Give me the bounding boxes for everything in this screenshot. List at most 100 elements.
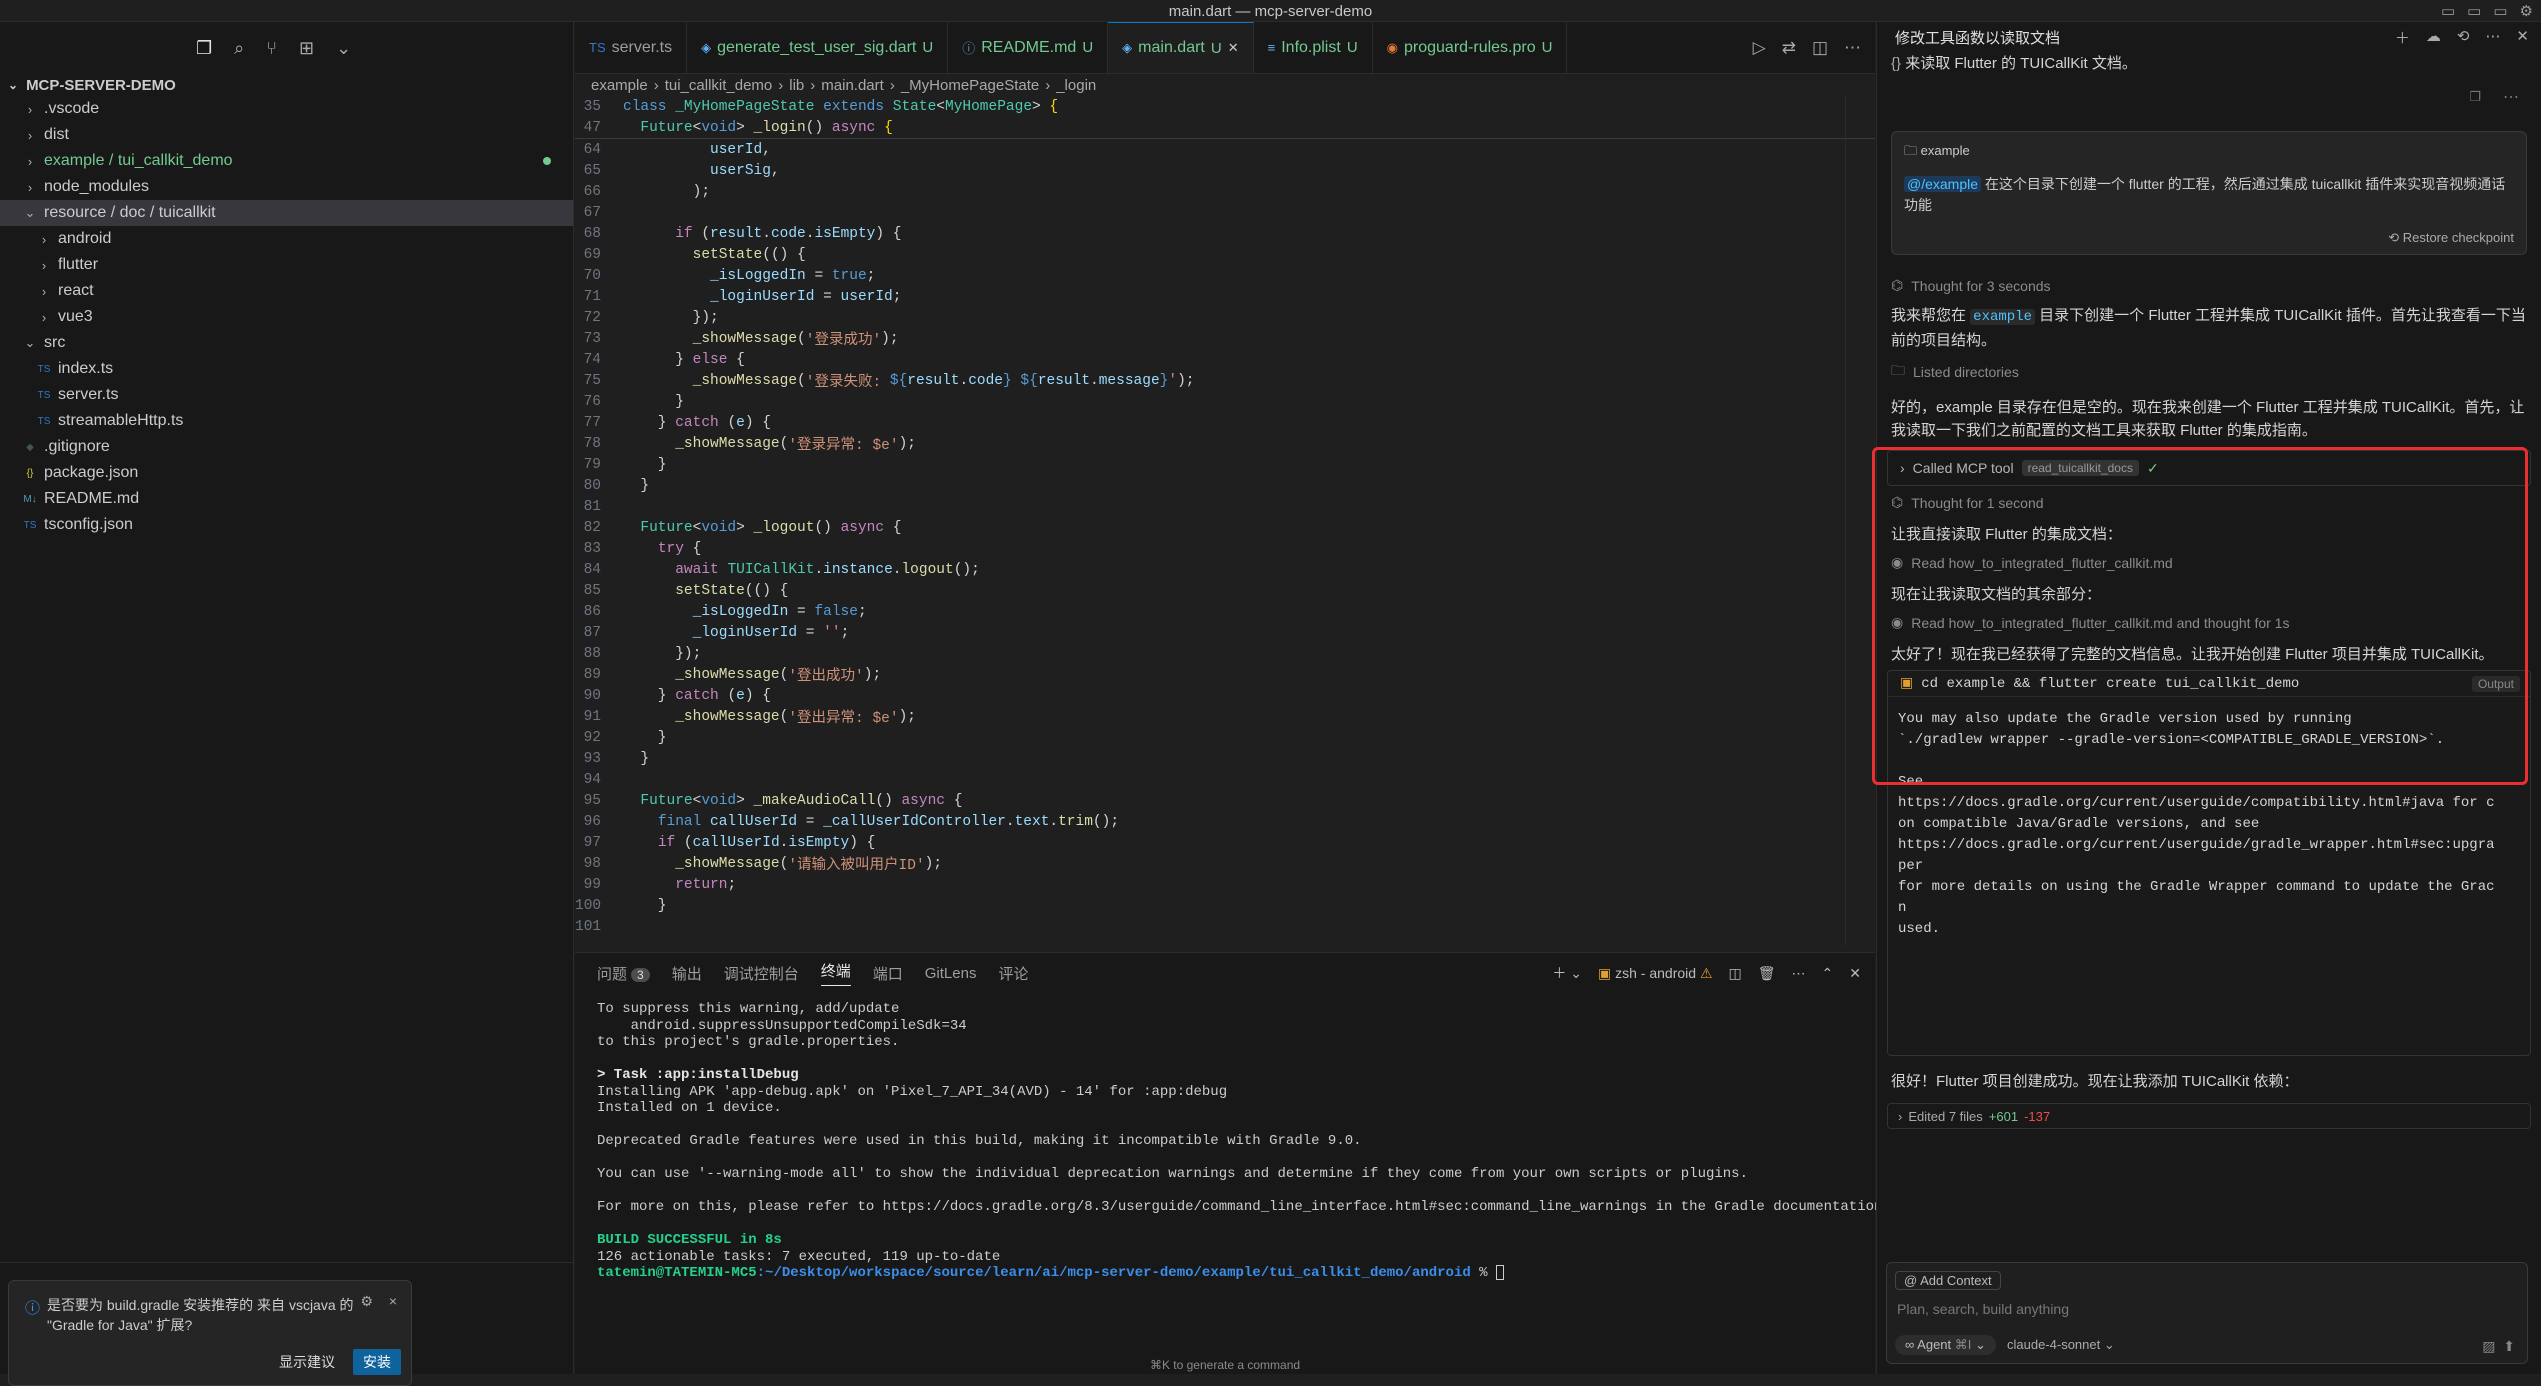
- send-icon[interactable]: ⬆: [2503, 1338, 2515, 1354]
- more-icon[interactable]: ⋯: [2485, 27, 2500, 48]
- tree-item[interactable]: › flutter: [0, 252, 573, 278]
- add-context-button[interactable]: @ Add Context: [1895, 1271, 2001, 1290]
- toggle-secondary-sidebar-icon[interactable]: ▭: [2493, 2, 2507, 20]
- tree-item[interactable]: › android: [0, 226, 573, 252]
- tree-item[interactable]: › react: [0, 278, 573, 304]
- image-icon[interactable]: ▨: [2482, 1338, 2495, 1354]
- editor-tab[interactable]: ◉ proguard-rules.pro U: [1373, 22, 1568, 73]
- tree-item[interactable]: ⌄ resource / doc / tuicallkit: [0, 200, 573, 226]
- files-icon[interactable]: ❐: [196, 38, 212, 59]
- thought-indicator[interactable]: ⌬ Thought for 3 seconds: [1877, 277, 2541, 294]
- trash-icon[interactable]: 🗑: [1758, 965, 1776, 982]
- toggle-sidebar-icon[interactable]: ▭: [2441, 2, 2455, 20]
- gear-icon[interactable]: ⚙: [360, 1293, 373, 1310]
- settings-gear-icon[interactable]: ⚙: [2520, 2, 2533, 20]
- tab-terminal[interactable]: 终端: [820, 960, 851, 986]
- tree-item[interactable]: › vue3: [0, 304, 573, 330]
- close-icon[interactable]: ✕: [2516, 27, 2529, 48]
- cloud-icon[interactable]: ☁: [2426, 27, 2441, 48]
- tree-item[interactable]: TS streamableHttp.ts: [0, 408, 573, 434]
- user-message-body: 在这个目录下创建一个 flutter 的工程，然后通过集成 tuicallkit…: [1904, 176, 2506, 213]
- user-message[interactable]: 🗀 example @/example 在这个目录下创建一个 flutter 的…: [1891, 131, 2527, 255]
- minimap[interactable]: [1845, 96, 1875, 946]
- tree-item[interactable]: › node_modules: [0, 174, 573, 200]
- tree-item[interactable]: TS tsconfig.json: [0, 512, 573, 538]
- tab-problems[interactable]: 问题 3: [597, 963, 650, 984]
- terminal-output[interactable]: To suppress this warning, add/update and…: [575, 993, 1891, 1290]
- tree-item[interactable]: {} package.json: [0, 460, 573, 486]
- more-icon[interactable]: ⋯: [2503, 87, 2519, 107]
- code-view[interactable]: 35 class _MyHomePageState extends State < M…: [575, 96, 1875, 937]
- tab-gitlens[interactable]: GitLens: [925, 965, 977, 982]
- folder-icon: 🗀: [1891, 362, 1905, 378]
- restore-checkpoint-button[interactable]: ⟲ Restore checkpoint: [2388, 230, 2514, 246]
- extensions-icon[interactable]: ⊞: [299, 38, 314, 59]
- title-bar: main.dart — mcp-server-demo ▭ ▭ ▭ ⚙: [0, 0, 2541, 22]
- breadcrumb-item[interactable]: main.dart: [821, 77, 884, 94]
- terminal-line: android.suppressUnsupportedCompileSdk=34: [597, 1017, 967, 1034]
- tree-item[interactable]: M↓ README.md: [0, 486, 573, 512]
- breadcrumb-item[interactable]: lib: [789, 77, 804, 94]
- model-selector[interactable]: claude-4-sonnet ⌄: [2007, 1337, 2115, 1353]
- folder-icon: 🗀: [1904, 143, 1921, 158]
- breadcrumb-item[interactable]: _login: [1056, 77, 1096, 94]
- editor-tab[interactable]: ⓘ README.md U: [948, 22, 1109, 73]
- modified-dot: [543, 157, 551, 165]
- tree-item[interactable]: TS index.ts: [0, 356, 573, 382]
- split-editor-icon[interactable]: ◫: [1812, 38, 1828, 58]
- thought-label: Thought for 3 seconds: [1911, 277, 2051, 294]
- agent-mode-selector[interactable]: ∞ Agent ⌘I ⌄: [1895, 1335, 1996, 1355]
- context-folder: example: [1920, 143, 1970, 158]
- close-panel-icon[interactable]: ✕: [1849, 965, 1861, 982]
- maximize-panel-icon[interactable]: ⌃: [1822, 965, 1834, 982]
- breadcrumb-item[interactable]: tui_callkit_demo: [665, 77, 773, 94]
- tree-item[interactable]: › dist: [0, 122, 573, 148]
- terminal-shell-label[interactable]: ▣ zsh - android ⚠: [1598, 965, 1713, 982]
- listed-directories-step[interactable]: 🗀 Listed directories: [1877, 360, 2541, 384]
- more-actions-icon[interactable]: ⋯: [1844, 38, 1861, 58]
- editor-tab[interactable]: ≡ Info.plist U: [1254, 22, 1373, 73]
- chevron-down-icon[interactable]: ⌄: [336, 38, 351, 59]
- source-control-icon[interactable]: ⑂: [266, 38, 277, 59]
- compare-icon[interactable]: ⇄: [1782, 38, 1796, 58]
- copy-icon[interactable]: ❐: [2469, 89, 2481, 105]
- editor-tab[interactable]: ◈ main.dart U ✕: [1108, 22, 1254, 73]
- untracked-badge: U: [1541, 39, 1553, 56]
- code-line: 95 Future < void > _makeAudioCall() async {: [583, 792, 963, 809]
- code-line: 35 class _MyHomePageState extends State < M…: [583, 98, 1059, 115]
- chat-message: {} 来读取 Flutter 的 TUICallKit 文档。: [1877, 52, 2541, 75]
- new-terminal-icon[interactable]: ＋ ⌄: [1552, 963, 1582, 983]
- tree-item[interactable]: ⌄ src: [0, 330, 573, 356]
- tree-item[interactable]: TS server.ts: [0, 382, 573, 408]
- step-label: Listed directories: [1913, 364, 2019, 380]
- install-button[interactable]: 安装: [353, 1349, 401, 1375]
- tree-item[interactable]: › .vscode: [0, 96, 573, 122]
- editor-tab[interactable]: ◈ generate_test_user_sig.dart U: [687, 22, 949, 73]
- tab-output[interactable]: 输出: [672, 963, 702, 984]
- tree-item[interactable]: › example / tui_callkit_demo: [0, 148, 573, 174]
- editor-tab[interactable]: TS server.ts: [575, 22, 688, 73]
- show-recommendations-button[interactable]: 显示建议: [269, 1349, 345, 1375]
- run-icon[interactable]: ▷: [1753, 38, 1766, 58]
- edited-files-summary[interactable]: › Edited 7 files +601 -137: [1887, 1103, 2531, 1129]
- breadcrumb-item[interactable]: example: [591, 77, 648, 94]
- tab-comments[interactable]: 评论: [998, 963, 1028, 984]
- assistant-message: 很好！Flutter 项目创建成功。现在让我添加 TUICallKit 依赖：: [1891, 1073, 2299, 1090]
- tab-ports[interactable]: 端口: [873, 963, 903, 984]
- explorer-root[interactable]: ⌄ MCP-SERVER-DEMO: [0, 74, 573, 96]
- tab-list: TS server.ts ◈ generate_test_user_sig.dart U…: [575, 22, 1568, 73]
- breadcrumb-item[interactable]: _MyHomePageState: [901, 77, 1039, 94]
- search-icon[interactable]: ⌕: [234, 38, 244, 59]
- tab-debug-console[interactable]: 调试控制台: [724, 963, 799, 984]
- untracked-badge: U: [922, 39, 934, 56]
- new-chat-icon[interactable]: ＋: [2395, 27, 2410, 48]
- split-terminal-icon[interactable]: ◫: [1729, 965, 1742, 982]
- chat-input[interactable]: @ Add Context Plan, search, build anythi…: [1886, 1262, 2528, 1364]
- close-icon[interactable]: ×: [389, 1293, 397, 1309]
- chevron-down-icon: ⌄: [1975, 1337, 1986, 1352]
- history-icon[interactable]: ⟲: [2457, 27, 2470, 48]
- close-icon[interactable]: ✕: [1228, 40, 1239, 56]
- toggle-panel-icon[interactable]: ▭: [2467, 2, 2481, 20]
- tree-item[interactable]: ◆ .gitignore: [0, 434, 573, 460]
- more-icon[interactable]: ⋯: [1792, 965, 1806, 982]
